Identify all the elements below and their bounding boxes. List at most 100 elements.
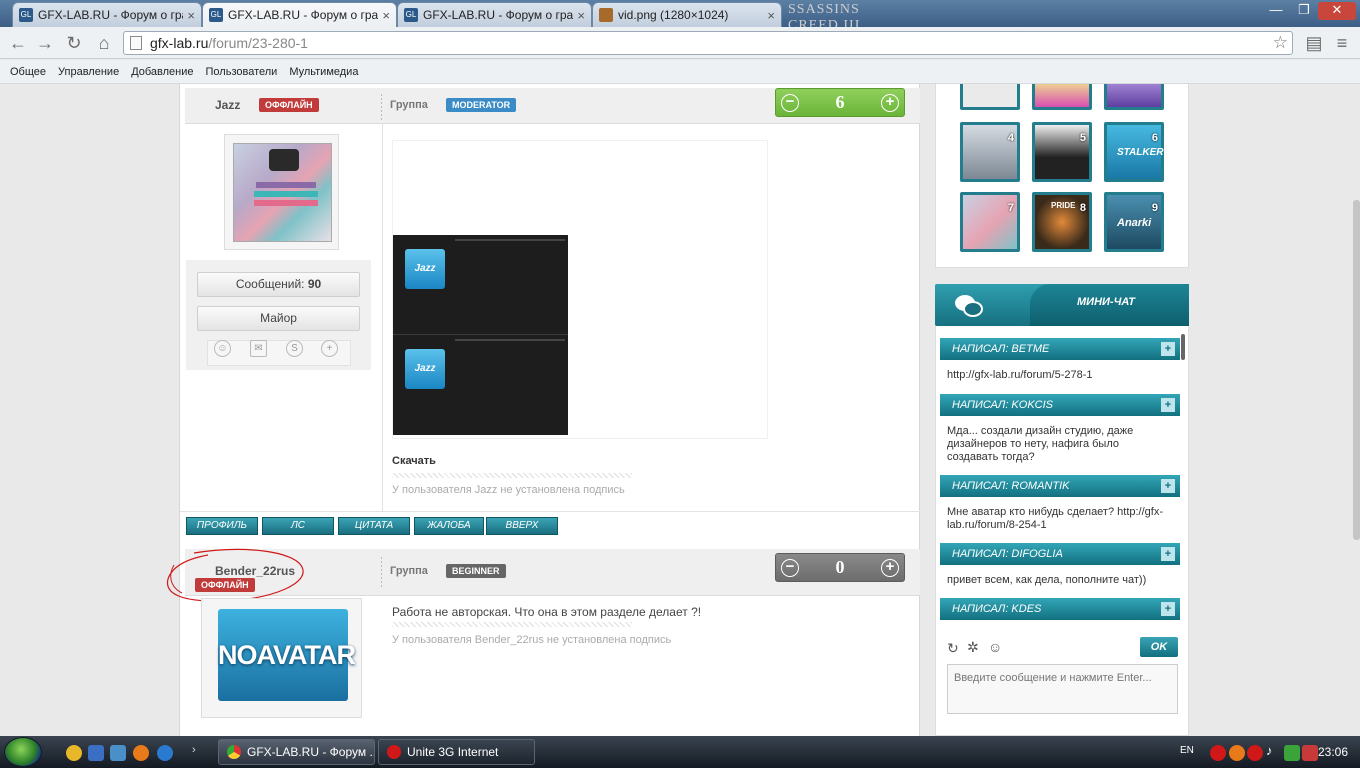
plus-icon[interactable]: + [881, 558, 899, 577]
gallery-thumb[interactable]: 8 PRIDE [1032, 192, 1092, 252]
chat-scroll-thumb[interactable] [1181, 334, 1185, 360]
chat-input[interactable]: Введите сообщение и нажмите Enter... [947, 664, 1178, 714]
gallery-thumb[interactable]: 4 [960, 122, 1020, 182]
favicon-icon: GL [209, 8, 223, 22]
quote-button[interactable]: ЦИТАТА [338, 517, 410, 535]
reload-button[interactable]: ↻ [62, 31, 86, 55]
taskbar-task[interactable]: Unite 3G Internet [378, 739, 535, 765]
divider [180, 511, 921, 512]
minus-icon[interactable]: − [781, 93, 799, 112]
browser-tab[interactable]: GL GFX-LAB.RU - Форум о граф × [397, 2, 592, 27]
gallery-thumb[interactable]: 9 Anarki [1104, 192, 1164, 252]
user-avatar-frame: NOAVATAR [201, 598, 362, 718]
gallery-thumb[interactable]: 7 [960, 192, 1020, 252]
tray-icon[interactable] [1302, 745, 1318, 761]
chat-header: МИНИ-ЧАТ [935, 284, 1189, 326]
book-shape [254, 191, 318, 197]
tray-icon[interactable] [1229, 745, 1245, 761]
maximize-button[interactable]: ❐ [1290, 2, 1318, 20]
monitor-icon[interactable] [110, 745, 126, 761]
close-icon[interactable]: × [767, 8, 775, 23]
plus-icon[interactable]: + [881, 93, 899, 112]
avatar[interactable]: NOAVATAR [218, 609, 356, 701]
extension-icon[interactable]: ▤ [1302, 31, 1326, 55]
chat-author[interactable]: НАПИСАЛ: KDES + [940, 598, 1180, 620]
refresh-icon[interactable]: ↻ [947, 640, 959, 657]
close-icon[interactable]: × [382, 8, 390, 23]
tray-icon[interactable] [1210, 745, 1226, 761]
profile-button[interactable]: ПРОФИЛЬ [186, 517, 258, 535]
post-image[interactable]: Jazz Jazz [392, 140, 768, 439]
minimize-button[interactable]: — [1262, 2, 1290, 20]
book-shape [254, 200, 318, 206]
bookmarks-bar: Общее Управление Добавление Пользователи… [0, 60, 1360, 84]
home-button[interactable]: ⌂ [92, 31, 116, 55]
browser-tab[interactable]: GL GFX-LAB.RU - Форум о граф × [12, 2, 202, 27]
clock[interactable]: 23:06 [1318, 745, 1348, 759]
chat-author[interactable]: НАПИСАЛ: BETME + [940, 338, 1180, 360]
close-icon[interactable]: × [187, 8, 195, 23]
signature-text: У пользователя Jazz не установлена подпи… [392, 484, 625, 496]
menu-icon[interactable]: ≡ [1330, 31, 1354, 55]
chat-author[interactable]: НАПИСАЛ: DIFOGLIA + [940, 543, 1180, 565]
address-bar[interactable]: gfx-lab.ru/forum/23-280-1 ☆ [123, 31, 1293, 55]
browser-tab[interactable]: vid.png (1280×1024) × [592, 2, 782, 27]
settings-icon[interactable]: ✲ [967, 639, 979, 656]
minus-icon[interactable]: − [781, 558, 799, 577]
image-icon [599, 8, 613, 22]
close-window-button[interactable]: ✕ [1318, 2, 1356, 20]
bookmark-item[interactable]: Мультимедиа [283, 66, 364, 78]
avatar[interactable] [233, 143, 332, 242]
lightning-icon[interactable] [157, 745, 173, 761]
chat-send-button[interactable]: OK [1140, 637, 1178, 657]
top-button[interactable]: ВВЕРХ [486, 517, 558, 535]
bookmark-item[interactable]: Общее [4, 66, 52, 78]
bookmark-item[interactable]: Управление [52, 66, 125, 78]
network-icon[interactable] [1284, 745, 1300, 761]
gallery-thumb[interactable] [1032, 84, 1092, 110]
quicklaunch-icon[interactable] [66, 745, 82, 761]
close-icon[interactable]: × [577, 8, 585, 23]
tab-title: GFX-LAB.RU - Форум о граф [228, 8, 379, 22]
browser-tab-active[interactable]: GL GFX-LAB.RU - Форум о граф × [202, 2, 397, 27]
start-button[interactable] [4, 737, 42, 767]
taskbar-task[interactable]: GFX-LAB.RU - Форум ... [218, 739, 375, 765]
download-link[interactable]: Скачать [392, 455, 436, 467]
volume-icon[interactable]: ♪ [1266, 743, 1273, 758]
rank-button[interactable]: Майор [197, 306, 360, 331]
save-icon[interactable] [88, 745, 104, 761]
gallery-thumb[interactable] [960, 84, 1020, 110]
divider [455, 339, 565, 341]
page-scroll-thumb[interactable] [1353, 200, 1360, 540]
column-divider [382, 124, 383, 512]
bookmark-star-icon[interactable]: ☆ [1273, 33, 1288, 53]
gallery-thumb[interactable]: 5 [1032, 122, 1092, 182]
bookmark-item[interactable]: Добавление [125, 66, 199, 78]
reputation-value: 0 [835, 557, 845, 577]
chat-message: привет всем, как дела, пополните чат)) [947, 574, 1147, 586]
chat-bubbles-icon [955, 295, 983, 317]
reputation-widget: − 0 + [775, 553, 905, 582]
chat-author[interactable]: НАПИСАЛ: KOKCIS + [940, 394, 1180, 416]
profile-icon[interactable]: ☺ [214, 340, 231, 357]
url-text[interactable]: gfx-lab.ru/forum/23-280-1 [150, 35, 308, 51]
browser-icon[interactable] [133, 745, 149, 761]
smiley-icon[interactable]: ☺ [988, 639, 1002, 655]
back-button[interactable]: ← [6, 31, 30, 55]
gallery-thumb[interactable] [1104, 84, 1164, 110]
gallery-thumb[interactable]: 6 STALKER [1104, 122, 1164, 182]
expand-icon: + [1161, 479, 1175, 493]
pm-button[interactable]: ЛС [262, 517, 334, 535]
forward-button[interactable]: → [33, 31, 57, 55]
add-icon[interactable]: + [321, 340, 338, 357]
mail-icon[interactable]: ✉ [250, 340, 267, 357]
language-indicator[interactable]: EN [1180, 745, 1194, 756]
chat-author[interactable]: НАПИСАЛ: ROMANTIK + [940, 475, 1180, 497]
post-username[interactable]: Jazz [215, 98, 240, 112]
chevron-right-icon[interactable]: › [192, 744, 196, 756]
skype-icon[interactable]: S [286, 340, 303, 357]
tray-icon[interactable] [1247, 745, 1263, 761]
bookmark-item[interactable]: Пользователи [200, 66, 284, 78]
report-button[interactable]: ЖАЛОБА [414, 517, 484, 535]
messages-count-button[interactable]: Сообщений: 90 [197, 272, 360, 297]
